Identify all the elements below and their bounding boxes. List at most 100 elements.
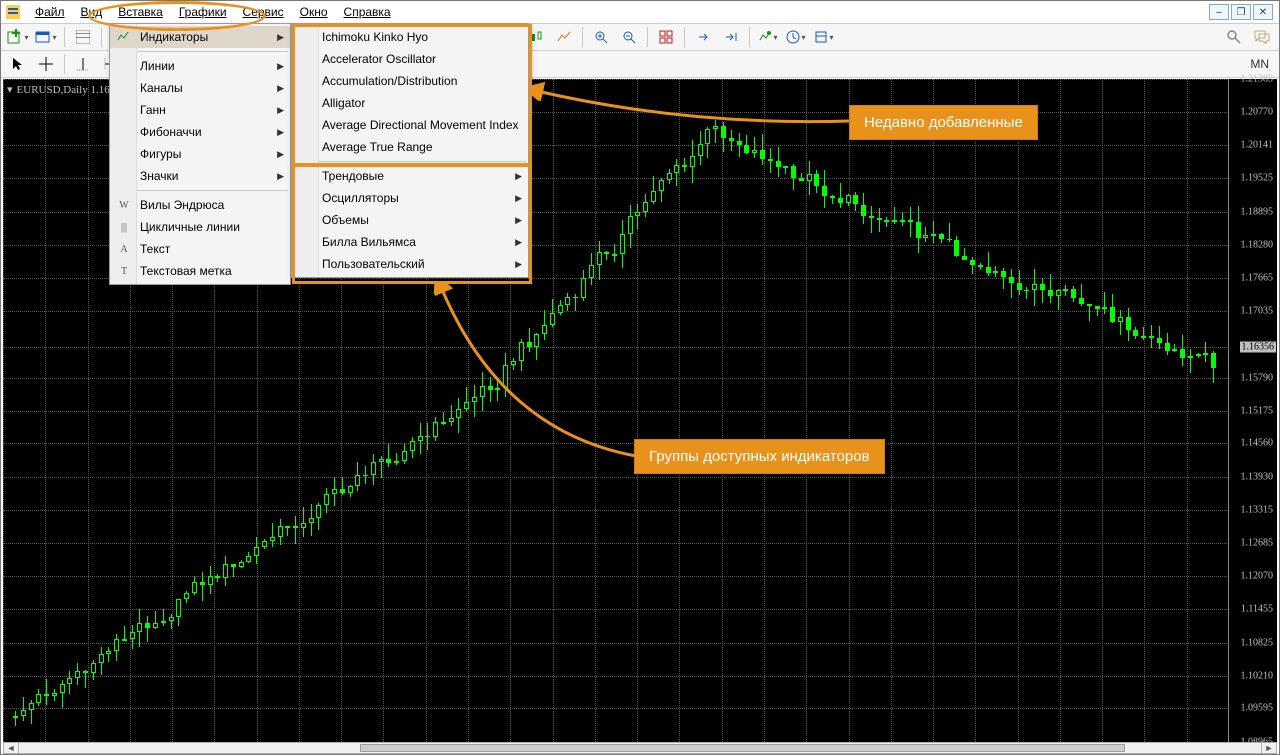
y-axis: 1.213851.207701.201411.195251.188951.182… <box>1228 79 1277 742</box>
templates-tb-icon[interactable]: ▾ <box>811 25 837 49</box>
tool-icon: T <box>116 263 132 279</box>
periods-tb-icon[interactable]: ▾ <box>783 25 809 49</box>
dd-Значки[interactable]: Значки▶ <box>110 165 290 187</box>
y-tick: 1.12685 <box>1241 538 1274 549</box>
close-button[interactable]: ✕ <box>1253 4 1273 20</box>
callout-recent: Недавно добавленные <box>849 105 1038 140</box>
menu-charts[interactable]: Графики <box>171 3 235 21</box>
menu-view[interactable]: Вид <box>73 3 111 21</box>
chevron-right-icon: ▶ <box>277 32 284 43</box>
y-tick: 1.10210 <box>1241 670 1274 681</box>
zoom-in-icon[interactable] <box>588 25 614 49</box>
dd-Каналы[interactable]: Каналы▶ <box>110 77 290 99</box>
y-tick: 1.12070 <box>1241 571 1274 582</box>
menu-help[interactable]: Справка <box>336 3 399 21</box>
y-tick: 1.20770 <box>1241 106 1274 117</box>
group-Трендовые[interactable]: Трендовые▶ <box>292 165 528 187</box>
indicators-dropdown: Ichimoku Kinko HyoAccelerator Oscillator… <box>291 23 529 278</box>
y-tick: 1.13930 <box>1241 471 1274 482</box>
y-tick: 1.20141 <box>1241 140 1274 151</box>
maximize-button[interactable]: ❐ <box>1231 4 1251 20</box>
recent-Average-True-Range[interactable]: Average True Range <box>292 136 528 158</box>
dd-Фибоначчи[interactable]: Фибоначчи▶ <box>110 121 290 143</box>
y-tick: 1.09595 <box>1241 703 1274 714</box>
chevron-right-icon: ▶ <box>277 127 284 138</box>
y-tick: 1.19525 <box>1241 173 1274 184</box>
chevron-right-icon: ▶ <box>277 171 284 182</box>
y-tick: 1.15175 <box>1241 405 1274 416</box>
y-tick: 1.18280 <box>1241 239 1274 250</box>
chevron-right-icon: ▶ <box>277 149 284 160</box>
chart-title: ▾EURUSD,Daily 1.16 <box>7 83 110 96</box>
y-tick: 1.10825 <box>1241 637 1274 648</box>
chevron-right-icon: ▶ <box>515 237 522 248</box>
new-chart-button[interactable]: ▾ <box>5 25 31 49</box>
minimize-button[interactable]: – <box>1209 4 1229 20</box>
y-tick: 1.15790 <box>1241 372 1274 383</box>
dd-indicators[interactable]: Индикаторы▶ <box>110 26 290 48</box>
tool-icon: W <box>116 197 132 213</box>
menu-file[interactable]: Файл <box>27 3 73 21</box>
cursor-tool[interactable] <box>5 52 31 76</box>
chevron-right-icon: ▶ <box>277 61 284 72</box>
y-tick: 1.13315 <box>1241 504 1274 515</box>
market-watch-button[interactable] <box>70 25 96 49</box>
shift-chart-icon[interactable] <box>690 25 716 49</box>
insert-dropdown: Индикаторы▶ Линии▶Каналы▶Ганн▶Фибоначчи▶… <box>109 23 291 285</box>
group-Объемы[interactable]: Объемы▶ <box>292 209 528 231</box>
dd-Фигуры[interactable]: Фигуры▶ <box>110 143 290 165</box>
chat-icon[interactable] <box>1249 25 1275 49</box>
scroll-thumb[interactable] <box>360 744 1125 752</box>
chevron-right-icon: ▶ <box>515 193 522 204</box>
dd-Цикличные линии[interactable]: |||Цикличные линии <box>110 216 290 238</box>
chevron-right-icon: ▶ <box>277 83 284 94</box>
crosshair-tool[interactable] <box>33 52 59 76</box>
recent-Accumulation/Distribution[interactable]: Accumulation/Distribution <box>292 70 528 92</box>
tool-icon: ||| <box>116 219 132 235</box>
horizontal-scrollbar[interactable]: ◄ ► <box>3 742 1277 754</box>
chevron-right-icon: ▶ <box>515 171 522 182</box>
vline-tool[interactable] <box>70 52 96 76</box>
window-controls: – ❐ ✕ <box>1209 4 1273 20</box>
dd-Вилы Эндрюса[interactable]: WВилы Эндрюса <box>110 194 290 216</box>
chevron-right-icon: ▶ <box>277 105 284 116</box>
recent-Ichimoku-Kinko-Hyo[interactable]: Ichimoku Kinko Hyo <box>292 26 528 48</box>
app-icon <box>5 4 21 20</box>
tile-windows-icon[interactable] <box>653 25 679 49</box>
auto-scroll-icon[interactable] <box>718 25 744 49</box>
chevron-right-icon: ▶ <box>515 215 522 226</box>
tool-icon: A <box>116 241 132 257</box>
menu-window[interactable]: Окно <box>292 3 336 21</box>
dd-Текст[interactable]: AТекст <box>110 238 290 260</box>
group-Пользовательский[interactable]: Пользовательский▶ <box>292 253 528 275</box>
group-Билла Вильямса[interactable]: Билла Вильямса▶ <box>292 231 528 253</box>
y-tick: 1.11455 <box>1241 604 1273 615</box>
menubar: Файл Вид Вставка Графики Сервис Окно Спр… <box>1 1 1279 24</box>
scroll-left-arrow[interactable]: ◄ <box>4 743 19 753</box>
search-icon[interactable] <box>1221 25 1247 49</box>
chevron-right-icon: ▶ <box>515 259 522 270</box>
recent-Average-Directional-Movement-Index[interactable]: Average Directional Movement Index <box>292 114 528 136</box>
menu-insert[interactable]: Вставка <box>110 3 171 21</box>
zoom-out-icon[interactable] <box>616 25 642 49</box>
y-tick: 1.17665 <box>1241 272 1274 283</box>
menu-service[interactable]: Сервис <box>235 3 292 21</box>
y-tick: 1.21385 <box>1241 74 1274 85</box>
dd-Линии[interactable]: Линии▶ <box>110 55 290 77</box>
timeframe-mn[interactable]: MN <box>1244 57 1275 71</box>
group-Осцилляторы[interactable]: Осцилляторы▶ <box>292 187 528 209</box>
callout-groups: Группы доступных индикаторов <box>634 439 885 474</box>
recent-Alligator[interactable]: Alligator <box>292 92 528 114</box>
y-tick: 1.17035 <box>1241 306 1274 317</box>
dd-Текстовая метка[interactable]: TТекстовая метка <box>110 260 290 282</box>
scroll-right-arrow[interactable]: ► <box>1261 743 1276 753</box>
recent-Accelerator-Oscillator[interactable]: Accelerator Oscillator <box>292 48 528 70</box>
line-chart-icon[interactable] <box>551 25 577 49</box>
y-tick: 1.14560 <box>1241 438 1274 449</box>
indicators-tb-icon[interactable]: ▾ <box>755 25 781 49</box>
dd-Ганн[interactable]: Ганн▶ <box>110 99 290 121</box>
y-tick: 1.18895 <box>1241 206 1274 217</box>
y-tick: 1.16356 <box>1240 342 1277 353</box>
indicators-icon <box>116 29 132 45</box>
profiles-button[interactable]: ▾ <box>33 25 59 49</box>
